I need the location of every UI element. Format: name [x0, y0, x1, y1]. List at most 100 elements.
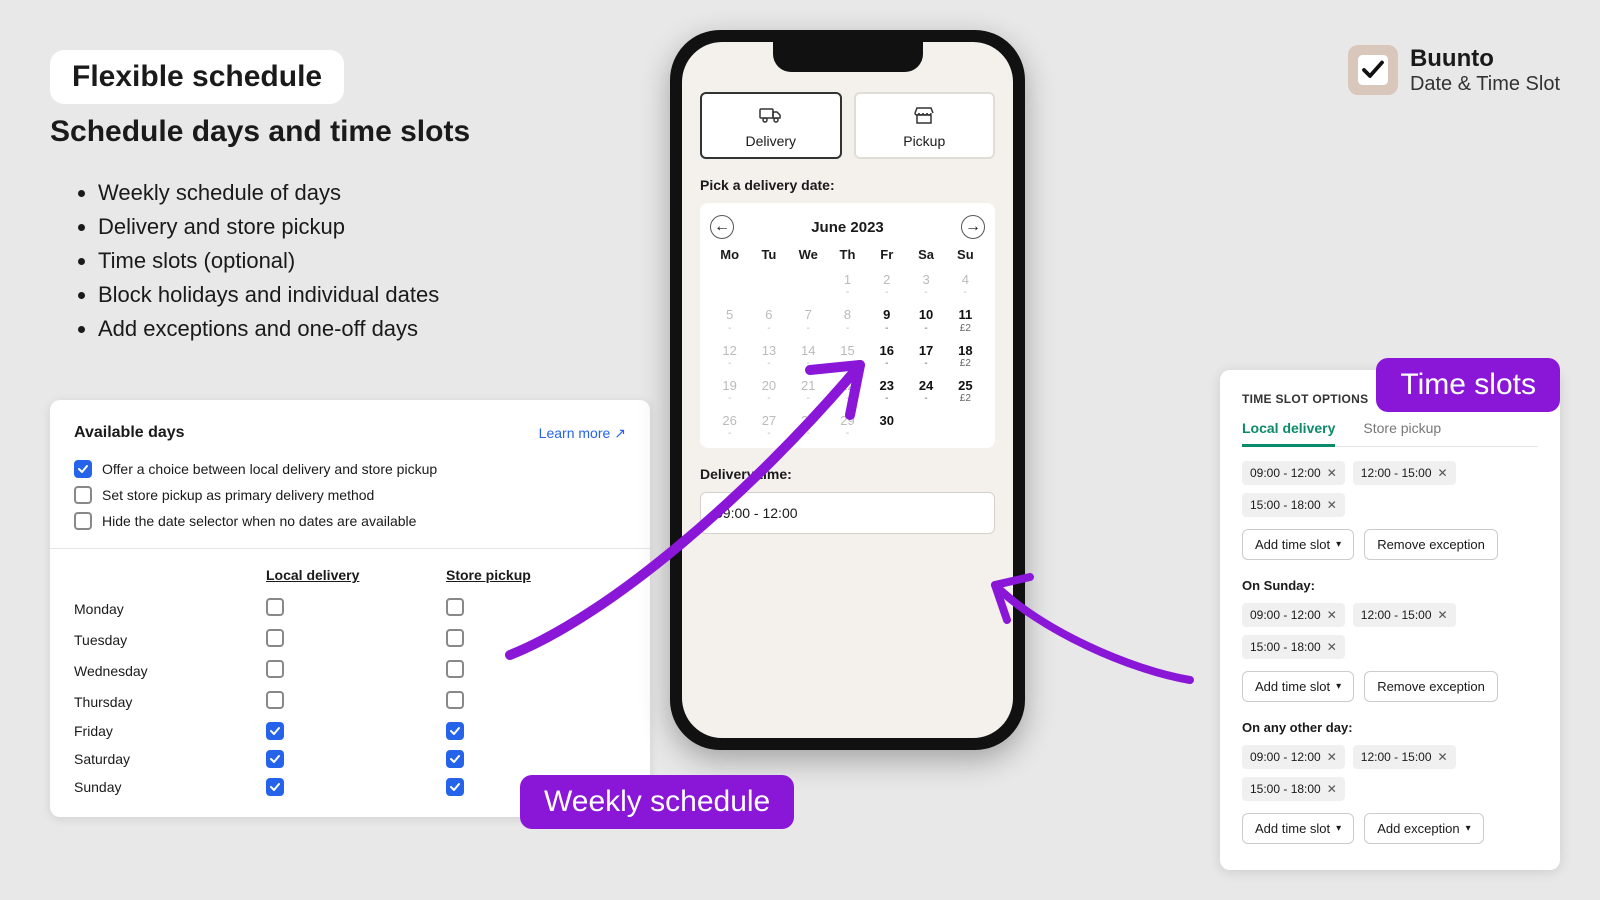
- close-icon[interactable]: ✕: [1327, 467, 1337, 479]
- calendar-day: [710, 270, 749, 301]
- store-pickup-checkbox[interactable]: [446, 778, 464, 796]
- day-name: Thursday: [74, 686, 266, 717]
- brand-checkmark-icon: [1348, 45, 1398, 95]
- close-icon[interactable]: ✕: [1327, 751, 1337, 763]
- store-pickup-checkbox[interactable]: [446, 691, 464, 709]
- brand: Buunto Date & Time Slot: [1348, 45, 1560, 96]
- truck-icon: [759, 104, 783, 129]
- time-slot-chip[interactable]: 12:00 - 15:00✕: [1353, 461, 1456, 485]
- calendar-day: 19-: [710, 376, 749, 407]
- brand-title: Buunto: [1410, 45, 1560, 73]
- chevron-down-icon: ▾: [1466, 823, 1471, 834]
- phone-notch: [773, 42, 923, 72]
- calendar-day[interactable]: 11£2: [946, 305, 985, 336]
- store-pickup-checkbox[interactable]: [446, 750, 464, 768]
- store-pickup-checkbox[interactable]: [446, 598, 464, 616]
- delivery-time-label: Delivery time:: [700, 466, 995, 482]
- calendar-day: 5-: [710, 305, 749, 336]
- calendar-day-of-week: Mo: [710, 247, 749, 266]
- day-name: Saturday: [74, 745, 266, 773]
- close-icon[interactable]: ✕: [1327, 499, 1337, 511]
- option-checkbox[interactable]: [74, 486, 92, 504]
- delivery-time-select[interactable]: 09:00 - 12:00: [700, 492, 995, 534]
- slot-tab-store-pickup[interactable]: Store pickup: [1363, 420, 1441, 446]
- time-slot-chip[interactable]: 09:00 - 12:00✕: [1242, 603, 1345, 627]
- day-name: Wednesday: [74, 655, 266, 686]
- option-checkbox[interactable]: [74, 512, 92, 530]
- add-time-slot-button[interactable]: Add time slot▾: [1242, 671, 1354, 702]
- option-label: Offer a choice between local delivery an…: [102, 461, 437, 477]
- calendar-day[interactable]: 9-: [867, 305, 906, 336]
- time-slot-chip[interactable]: 09:00 - 12:00✕: [1242, 745, 1345, 769]
- local-delivery-checkbox[interactable]: [266, 629, 284, 647]
- option-checkbox[interactable]: [74, 460, 92, 478]
- chevron-down-icon: ▾: [1336, 823, 1341, 834]
- local-delivery-checkbox[interactable]: [266, 691, 284, 709]
- close-icon[interactable]: ✕: [1438, 609, 1448, 621]
- close-icon[interactable]: ✕: [1438, 751, 1448, 763]
- calendar-day-of-week: Tu: [749, 247, 788, 266]
- calendar-day: [906, 411, 945, 442]
- remove-exception-button[interactable]: Remove exception: [1364, 529, 1498, 560]
- calendar-day[interactable]: 25£2: [946, 376, 985, 407]
- close-icon[interactable]: ✕: [1438, 467, 1448, 479]
- calendar-day: 13-: [749, 341, 788, 372]
- calendar-day: 7-: [789, 305, 828, 336]
- calendar-day[interactable]: 16-: [867, 341, 906, 372]
- calendar-day[interactable]: 23-: [867, 376, 906, 407]
- chevron-down-icon: ▾: [1336, 539, 1341, 550]
- local-delivery-checkbox[interactable]: [266, 722, 284, 740]
- calendar-day: 29-: [828, 411, 867, 442]
- store-icon: [912, 104, 936, 129]
- arrow-left-icon: ←: [714, 218, 730, 236]
- option-label: Hide the date selector when no dates are…: [102, 513, 416, 529]
- calendar-next-button[interactable]: →: [961, 215, 985, 239]
- remove-exception-button[interactable]: Remove exception: [1364, 671, 1498, 702]
- calendar-day[interactable]: 24-: [906, 376, 945, 407]
- tab-delivery[interactable]: Delivery: [700, 92, 842, 159]
- calendar-day: [946, 411, 985, 442]
- hero-subtitle: Schedule days and time slots: [50, 115, 470, 149]
- slot-tab-local-delivery[interactable]: Local delivery: [1242, 420, 1335, 447]
- calendar-day: 6-: [749, 305, 788, 336]
- calendar-prev-button[interactable]: ←: [710, 215, 734, 239]
- days-table: Local delivery Store pickup MondayTuesda…: [74, 567, 626, 801]
- add-time-slot-button[interactable]: Add time slot▾: [1242, 529, 1354, 560]
- close-icon[interactable]: ✕: [1327, 609, 1337, 621]
- calendar-day: 4-: [946, 270, 985, 301]
- store-pickup-checkbox[interactable]: [446, 722, 464, 740]
- calendar-day[interactable]: 30: [867, 411, 906, 442]
- calendar-day-of-week: Th: [828, 247, 867, 266]
- calendar-day[interactable]: 10-: [906, 305, 945, 336]
- phone-mockup: Delivery Pickup Pick a delivery date: ← …: [670, 30, 1025, 750]
- close-icon[interactable]: ✕: [1327, 641, 1337, 653]
- time-slot-chip[interactable]: 15:00 - 18:00✕: [1242, 493, 1345, 517]
- add-exception-button[interactable]: Add exception▾: [1364, 813, 1483, 844]
- calendar-day: 22-: [828, 376, 867, 407]
- calendar-day: 14-: [789, 341, 828, 372]
- calendar-month-title: June 2023: [811, 219, 884, 236]
- time-slot-chip[interactable]: 12:00 - 15:00✕: [1353, 603, 1456, 627]
- calendar-day[interactable]: 18£2: [946, 341, 985, 372]
- day-name: Friday: [74, 717, 266, 745]
- store-pickup-checkbox[interactable]: [446, 629, 464, 647]
- store-pickup-checkbox[interactable]: [446, 660, 464, 678]
- local-delivery-checkbox[interactable]: [266, 778, 284, 796]
- add-time-slot-button[interactable]: Add time slot▾: [1242, 813, 1354, 844]
- close-icon[interactable]: ✕: [1327, 783, 1337, 795]
- calendar-day: 1-: [828, 270, 867, 301]
- learn-more-link[interactable]: Learn more↗: [539, 425, 626, 442]
- calendar-day[interactable]: 17-: [906, 341, 945, 372]
- time-slot-chip[interactable]: 09:00 - 12:00✕: [1242, 461, 1345, 485]
- calendar-day: 3-: [906, 270, 945, 301]
- local-delivery-checkbox[interactable]: [266, 750, 284, 768]
- calendar-day: 26-: [710, 411, 749, 442]
- time-slot-chip[interactable]: 12:00 - 15:00✕: [1353, 745, 1456, 769]
- local-delivery-checkbox[interactable]: [266, 660, 284, 678]
- time-slot-chip[interactable]: 15:00 - 18:00✕: [1242, 635, 1345, 659]
- calendar-day: 15-: [828, 341, 867, 372]
- local-delivery-checkbox[interactable]: [266, 598, 284, 616]
- calendar-day: 2-: [867, 270, 906, 301]
- time-slot-chip[interactable]: 15:00 - 18:00✕: [1242, 777, 1345, 801]
- tab-pickup[interactable]: Pickup: [854, 92, 996, 159]
